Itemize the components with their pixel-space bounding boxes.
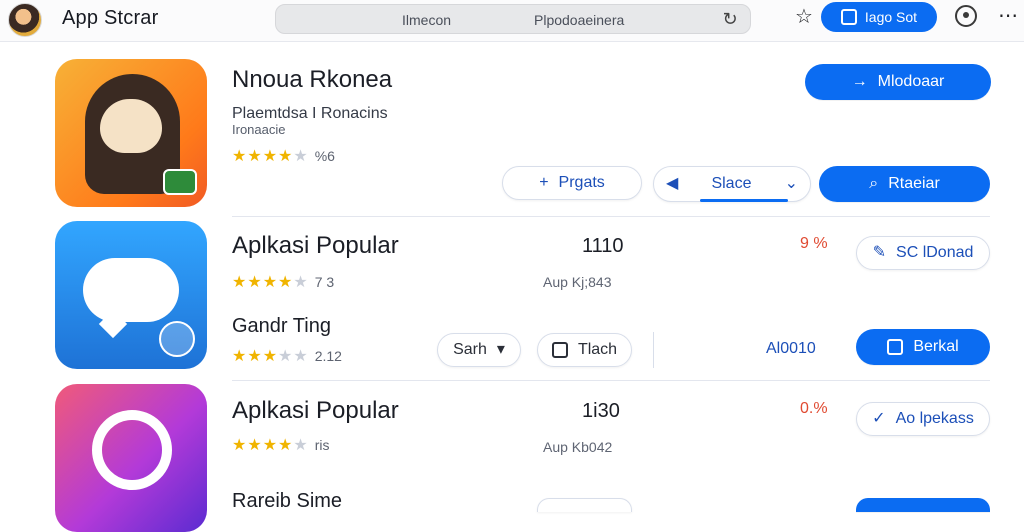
app-3-rating: ★★★★★ ris: [232, 435, 330, 455]
app-2-secondary-rating: ★★★★★ 2.12: [232, 346, 342, 366]
app-2-secondary-stars: ★★★★★: [232, 348, 309, 365]
chevron-down-icon: ⌄: [784, 175, 798, 192]
trash-label: Tlach: [577, 341, 618, 358]
app-1-add-label: Prgats: [558, 174, 605, 191]
app-3-count: 1i30: [582, 400, 620, 422]
edit-icon: ✎: [872, 244, 887, 261]
app-2-primary-icon: [887, 339, 904, 355]
app-2-secondary-rating-text: 2.12: [314, 348, 342, 364]
app-2-download-label: SC lDonad: [896, 244, 974, 261]
app-icon-1-face: [100, 99, 162, 153]
address-left-text: Ilmecon: [402, 12, 452, 28]
app-3-meta: Aup Kb042: [543, 439, 613, 455]
reload-icon[interactable]: ↻: [720, 9, 740, 29]
app-icon-2-bubble: [83, 258, 179, 322]
address-text: Plpodoaeinera: [534, 12, 625, 28]
app-2-secondary-title: Gandr Ting: [232, 315, 331, 337]
app-2-primary-label: Berkal: [913, 338, 959, 355]
app-1-stars: ★★★★★: [232, 148, 309, 165]
top-button-icon: [840, 9, 857, 25]
top-primary-button[interactable]: Iago Sot: [821, 2, 937, 32]
sort-dropdown[interactable]: Sarh ▾: [437, 333, 521, 367]
divider-2: [232, 380, 990, 381]
app-2-rating-text: 7 3: [314, 274, 335, 290]
app-icon-2[interactable]: [55, 221, 207, 369]
more-options-icon[interactable]: ⋯: [996, 6, 1020, 26]
app-icon-2-badge: [159, 321, 195, 357]
app-1-search-button[interactable]: ⌕ Rtaeiar: [819, 166, 990, 202]
bookmark-star-icon[interactable]: ☆: [792, 5, 816, 29]
app-3-stars: ★★★★★: [232, 437, 309, 454]
app-2-rating: ★★★★★ 7 3: [232, 272, 334, 292]
app-2-download-button[interactable]: ✎ SC lDonad: [856, 236, 990, 270]
app-1-title: Nnoua Rkonea: [232, 66, 393, 93]
top-bar: App Stcrar Ilmecon Plpodoaeinera ↻ ☆ Iag…: [0, 0, 1024, 42]
vertical-separator: [653, 332, 654, 368]
app-1-note: Ironaacie: [232, 122, 286, 137]
bottom-partial-button[interactable]: [537, 498, 632, 512]
app-2-title: Aplkasi Popular: [232, 232, 399, 259]
app-3-outline-button[interactable]: ✓ Ao lpekass: [856, 402, 990, 436]
app-1-search-label: Rtaeiar: [888, 175, 940, 192]
search-icon: ⌕: [869, 175, 879, 192]
segment-underline: [700, 199, 788, 202]
app-2-blue-text: Al0010: [766, 340, 816, 357]
play-back-icon: ◀: [666, 175, 679, 192]
app-2-stars: ★★★★★: [232, 274, 309, 291]
app-list: Nnoua Rkonea Plaemtdsa I Ronacins Ironaa…: [0, 42, 1024, 532]
app-2-percent: 9 %: [800, 235, 828, 252]
dropdown-arrow-icon: ▾: [496, 341, 505, 358]
bottom-partial-primary-button[interactable]: [856, 498, 990, 512]
app-avatar[interactable]: [8, 3, 42, 37]
arrow-right-icon: →: [851, 73, 868, 90]
app-3-title: Aplkasi Popular: [232, 397, 399, 424]
app-2-count: 1110: [582, 235, 624, 257]
app-2-primary-button[interactable]: Berkal: [856, 329, 990, 365]
app-1-add-button[interactable]: + Prgats: [502, 166, 642, 200]
app-icon-3[interactable]: [55, 384, 207, 532]
profile-icon[interactable]: [955, 5, 977, 27]
app-3-outline-label: Ao lpekass: [895, 410, 974, 427]
app-1-subtitle: Plaemtdsa I Ronacins: [232, 105, 388, 122]
app-icon-1-badge: [163, 169, 197, 195]
app-1-segment-label: Slace: [711, 175, 752, 192]
app-3-rating-text: ris: [314, 437, 330, 453]
app-3-percent: 0.%: [800, 400, 828, 417]
sort-label: Sarh: [453, 341, 487, 358]
check-icon: ✓: [872, 410, 886, 427]
divider-1: [232, 216, 990, 217]
app-icon-3-ring: [92, 410, 172, 490]
app-3-partial-title: Rareib Sime: [232, 490, 343, 512]
app-title: App Stcrar: [62, 7, 159, 29]
app-1-rating: ★★★★★ %6: [232, 146, 335, 166]
address-bar[interactable]: Ilmecon Plpodoaeinera ↻: [275, 4, 751, 34]
plus-icon: +: [539, 174, 549, 191]
top-button-label: Iago Sot: [864, 9, 918, 25]
app-1-segment-dropdown[interactable]: ◀ Slace ⌄: [653, 166, 811, 202]
app-1-main-button[interactable]: → Mlodoaar: [805, 64, 991, 100]
app-1-rating-text: %6: [314, 148, 335, 164]
trash-icon: [551, 342, 568, 358]
trash-button[interactable]: Tlach: [537, 333, 632, 367]
app-icon-1[interactable]: [55, 59, 207, 207]
app-1-main-label: Mlodoaar: [877, 73, 945, 90]
app-2-meta: Aup Kj;843: [543, 274, 612, 290]
